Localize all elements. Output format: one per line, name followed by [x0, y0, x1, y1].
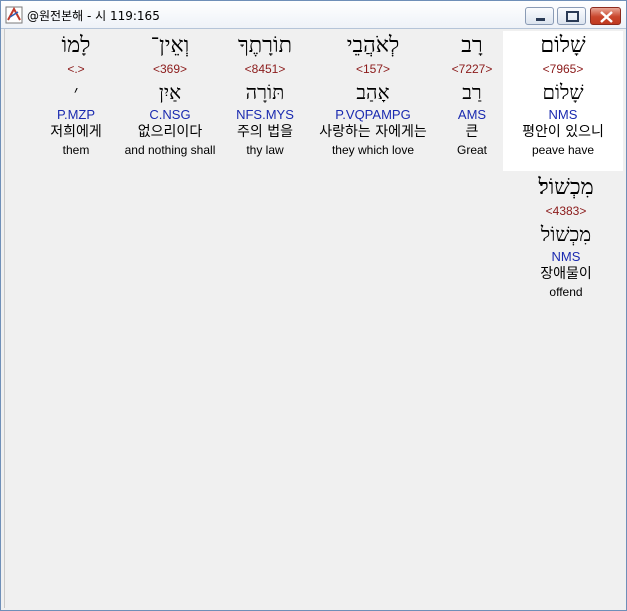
korean-gloss: 사랑하는 자에게는: [319, 124, 427, 140]
close-button[interactable]: [590, 7, 621, 25]
maximize-button[interactable]: [557, 7, 586, 25]
english-gloss: offend: [549, 285, 583, 299]
verse-panel: שָׁלוֹם <7965> שָׁלוֹם NMS 평안이 있으니 peave…: [4, 29, 623, 608]
morphology-code: P.MZP: [56, 107, 96, 122]
korean-gloss: 저희에게: [50, 124, 102, 140]
close-icon: [600, 11, 613, 23]
english-gloss: them: [62, 143, 90, 157]
app-window: @원전본해 - 시 119:165 שָׁלוֹם <7965> שָׁלוֹם…: [0, 0, 627, 611]
hebrew-word: לְאֹהֲבֵי: [346, 33, 400, 58]
english-gloss: they which love: [331, 143, 415, 157]
strong-number[interactable]: <.>: [16, 61, 136, 77]
hebrew-lemma: מִכְשׁוֹל: [540, 222, 592, 246]
minimize-icon: [536, 18, 545, 21]
strong-number[interactable]: <157>: [313, 61, 433, 77]
word-block[interactable]: מִכְשׁוֹל׃ <4383> מִכְשׁוֹל NMS 장애물이 off…: [506, 173, 626, 300]
maximize-icon: [566, 11, 579, 22]
word-block[interactable]: לְאֹהֲבֵי <157> אָהַב P.VQPAMPG 사랑하는 자에게…: [313, 31, 433, 158]
strong-number[interactable]: <4383>: [506, 203, 626, 219]
window-title: @원전본해 - 시 119:165: [27, 9, 160, 23]
app-icon: [5, 6, 23, 24]
morphology-code: P.VQPAMPG: [335, 107, 411, 122]
minimize-button[interactable]: [525, 7, 554, 25]
hebrew-word: מִכְשׁוֹל׃: [538, 175, 594, 200]
hebrew-word: לָמוֹ: [61, 33, 91, 58]
korean-gloss: 장애물이: [540, 266, 592, 282]
word-block[interactable]: לָמוֹ <.> ׳ P.MZP 저희에게 them: [16, 31, 136, 158]
hebrew-lemma: ׳: [73, 80, 79, 104]
hebrew-lemma: אָהַב: [356, 80, 390, 104]
title-bar[interactable]: @원전본해 - 시 119:165: [1, 1, 626, 29]
morphology-code: NMS: [551, 249, 581, 264]
